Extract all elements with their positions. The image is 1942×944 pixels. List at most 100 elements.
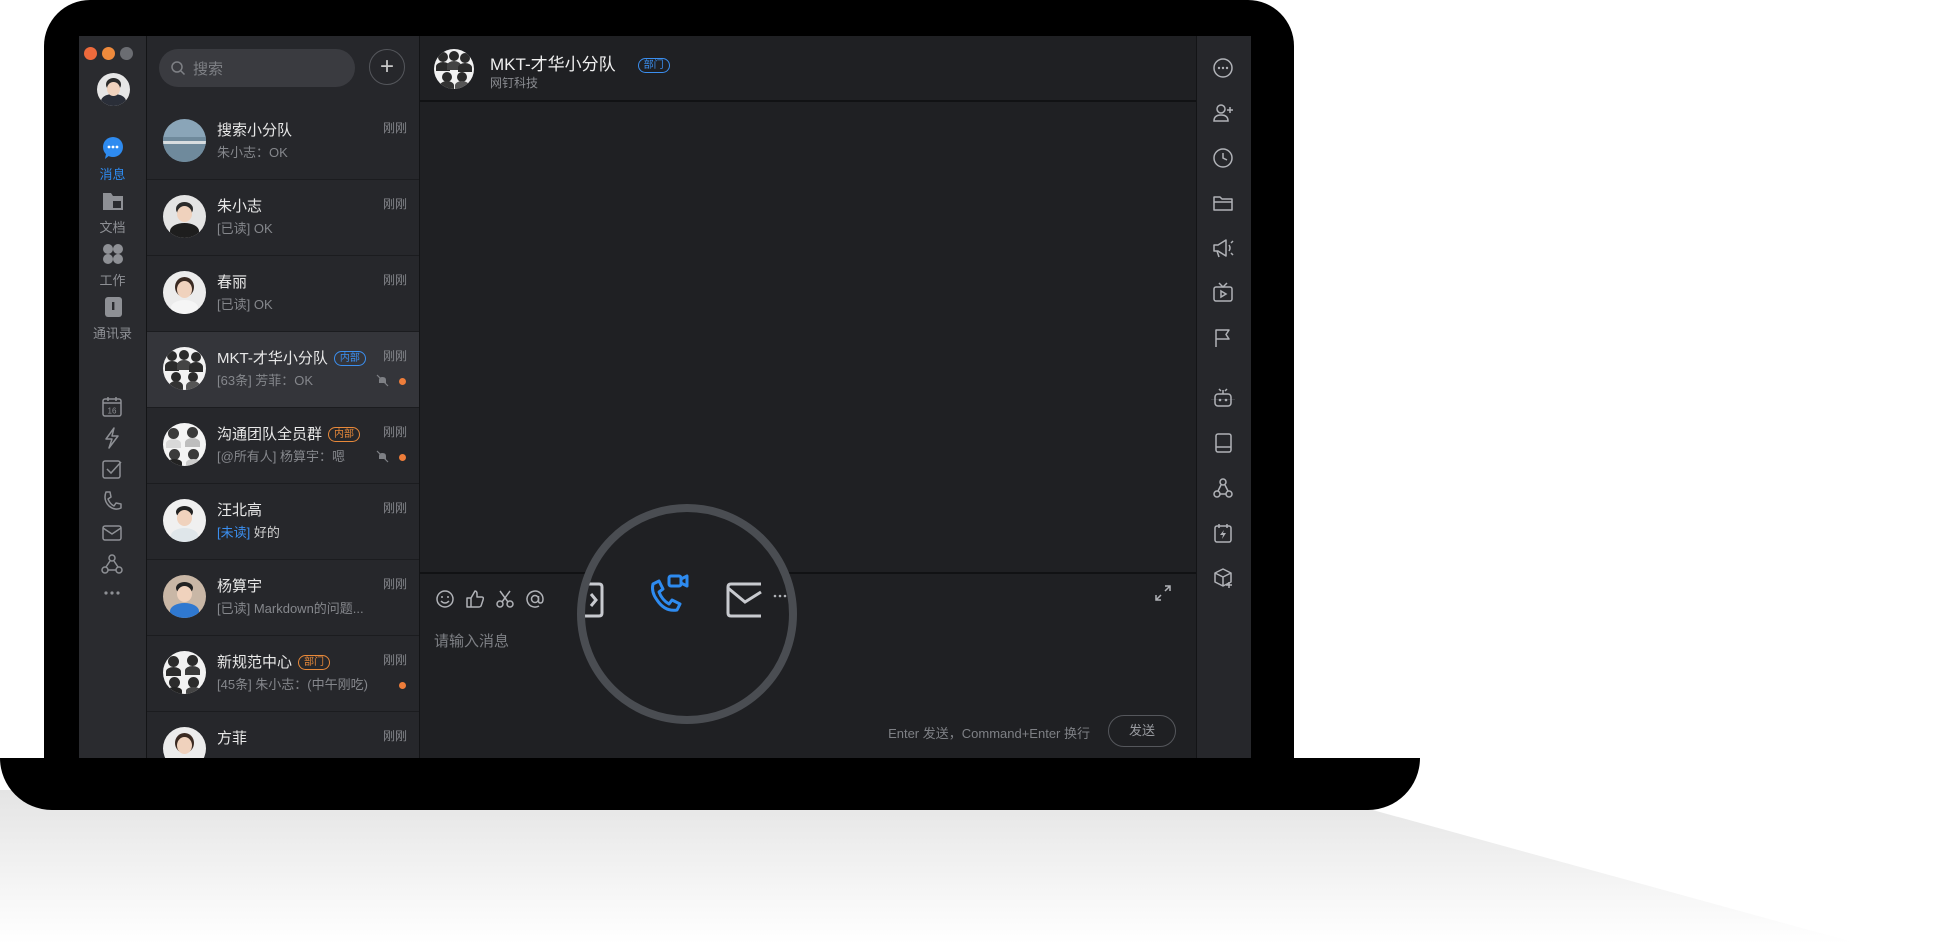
mute-bell-icon [376, 374, 389, 387]
screen-share-icon[interactable] [579, 580, 605, 620]
conversation-preview: [45条] 朱小志：(中午刚吃) [217, 677, 368, 692]
conversation-item[interactable]: 方菲 刚刚 [147, 712, 419, 758]
conversation-preview: [已读] OK [217, 221, 273, 236]
group-avatar [163, 423, 206, 466]
conversation-time: 刚刚 [382, 425, 407, 439]
folder-icon[interactable] [1211, 191, 1235, 215]
todo-check-icon[interactable] [99, 457, 125, 483]
flag-icon[interactable] [1211, 326, 1235, 350]
conversation-preview: [@所有人] 杨算宇：嗯 [217, 449, 346, 464]
notebook-icon[interactable] [1211, 431, 1235, 455]
conversation-item[interactable]: 春丽 [已读] OK 刚刚 [147, 256, 419, 332]
nav-item-label: 文档 [99, 220, 126, 235]
conversation-name: 汪北高 [217, 502, 263, 519]
nav-item-messages[interactable]: 消息 [79, 135, 146, 183]
contacts-icon [104, 297, 122, 317]
unread-dot [399, 682, 406, 689]
thumbs-up-icon[interactable] [464, 588, 486, 610]
minimize-window-button[interactable] [102, 47, 115, 60]
history-icon[interactable] [1211, 146, 1235, 170]
conversation-item[interactable]: 汪北高 [未读] 好的 刚刚 [147, 484, 419, 560]
conversation-time: 刚刚 [382, 121, 407, 135]
conversation-name: 新规范中心 部门 [217, 651, 331, 672]
conversation-preview: [63条] 芳菲：OK [217, 373, 314, 388]
more-icon[interactable] [1211, 56, 1235, 80]
calendar-icon[interactable]: 16 [99, 394, 125, 420]
conversation-item-selected[interactable]: MKT-才华小分队 内部 [63条] 芳菲：OK 刚刚 [147, 332, 419, 408]
conversation-name: 沟通团队全员群 内部 [217, 423, 361, 444]
search-icon [171, 61, 186, 76]
team-icon[interactable] [1211, 476, 1235, 500]
magnified-toolbar-view [577, 504, 797, 724]
add-member-icon[interactable] [1211, 101, 1235, 125]
mail-icon[interactable] [99, 520, 125, 546]
unread-dot [399, 378, 406, 385]
chat-title-text: MKT-才华小分队 [490, 55, 616, 74]
expand-icon[interactable] [1154, 584, 1172, 602]
nav-item-documents[interactable]: 文档 [79, 188, 146, 236]
department-tag: 部门 [637, 58, 670, 73]
document-icon [102, 193, 123, 210]
conversation-time: 刚刚 [382, 729, 407, 743]
nav-item-work[interactable]: 工作 [79, 241, 146, 289]
emoji-icon[interactable] [434, 588, 456, 610]
conversation-time: 刚刚 [382, 197, 407, 211]
conversation-name-text: 沟通团队全员群 [217, 426, 323, 443]
more-icon[interactable] [99, 580, 125, 606]
conversation-name: 朱小志 [217, 198, 263, 215]
message-input[interactable] [432, 628, 1176, 692]
group-avatar [163, 347, 206, 390]
department-tag: 部门 [298, 655, 331, 670]
conversation-item[interactable]: 新规范中心 部门 [45条] 朱小志：(中午刚吃) 刚刚 [147, 636, 419, 712]
calendar-day: 16 [108, 407, 117, 416]
avatar[interactable] [97, 73, 130, 106]
right-toolbar [1196, 36, 1251, 758]
scissors-icon[interactable] [494, 588, 516, 610]
search-box[interactable] [159, 49, 355, 89]
send-hint: Enter 发送，Command+Enter 换行 [888, 726, 1090, 741]
conversation-item[interactable]: 沟通团队全员群 内部 [@所有人] 杨算宇：嗯 刚刚 [147, 408, 419, 484]
search-input[interactable] [191, 49, 345, 89]
ding-lightning-icon[interactable] [99, 425, 125, 451]
video-call-icon[interactable] [647, 572, 693, 618]
maximize-window-button[interactable] [120, 47, 133, 60]
conversation-name: 杨算宇 [217, 578, 263, 595]
avatar [163, 575, 206, 618]
app-window: 消息 文档 工作 通讯录 16 搜索 + 搜索小分队 朱小志：OK 刚刚 朱小志… [79, 36, 1251, 758]
at-icon[interactable] [524, 588, 546, 610]
robot-icon[interactable] [1211, 386, 1235, 410]
conversation-time: 刚刚 [382, 273, 407, 287]
conversation-preview: [未读] 好的 [217, 522, 280, 541]
nav-item-label: 工作 [99, 273, 126, 288]
nav-item-contacts[interactable]: 通讯录 [79, 294, 146, 342]
avatar [163, 499, 206, 542]
mail-icon[interactable] [725, 580, 763, 620]
message-area[interactable] [420, 102, 1196, 572]
avatar [163, 195, 206, 238]
more-icon[interactable] [772, 592, 788, 600]
phone-icon[interactable] [99, 488, 125, 514]
conversation-name-text: MKT-才华小分队 [217, 350, 328, 367]
conversation-item[interactable]: 搜索小分队 朱小志：OK 刚刚 [147, 104, 419, 180]
send-button[interactable]: 发送 [1108, 715, 1176, 747]
conversation-time: 刚刚 [382, 577, 407, 591]
apps-cube-icon[interactable] [1211, 566, 1235, 590]
internal-tag: 内部 [328, 427, 361, 442]
group-avatar[interactable] [434, 49, 474, 89]
group-avatar [163, 651, 206, 694]
conversation-item[interactable]: 杨算宇 [已读] Markdown的问题... 刚刚 [147, 560, 419, 636]
team-icon[interactable] [99, 551, 125, 577]
ding-calendar-icon[interactable] [1211, 521, 1235, 545]
live-icon[interactable] [1211, 281, 1235, 305]
conversation-item[interactable]: 朱小志 [已读] OK 刚刚 [147, 180, 419, 256]
add-button[interactable]: + [369, 49, 405, 85]
unread-dot [399, 454, 406, 461]
message-icon [102, 137, 123, 159]
close-window-button[interactable] [84, 47, 97, 60]
conversation-name: MKT-才华小分队 内部 [217, 347, 366, 368]
conversation-time: 刚刚 [382, 349, 407, 363]
announcement-icon[interactable] [1211, 236, 1235, 260]
avatar [163, 271, 206, 314]
page-title: MKT-才华小分队 部门 [490, 50, 670, 75]
nav-item-label: 通讯录 [92, 326, 132, 341]
